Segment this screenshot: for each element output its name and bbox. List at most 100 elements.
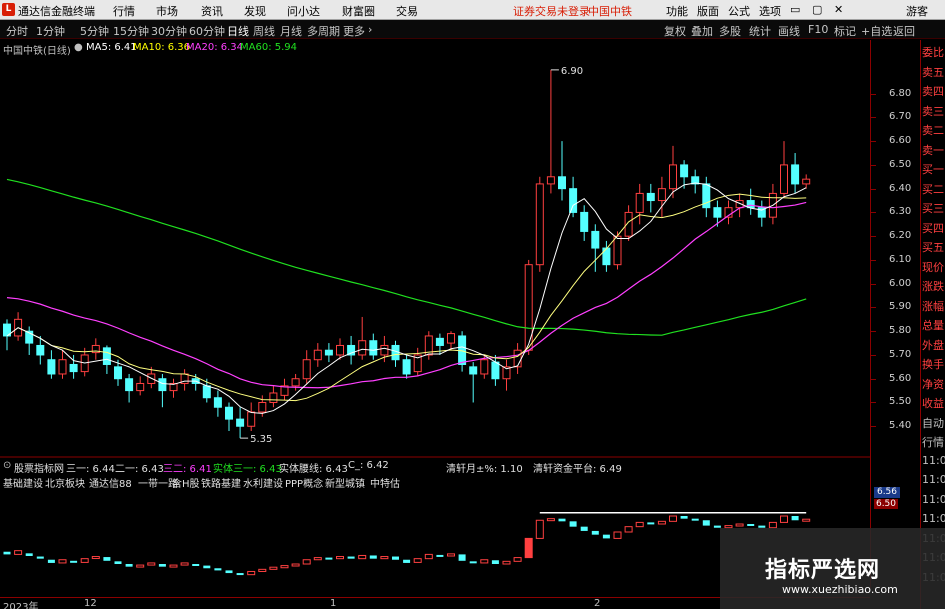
side-panel-label[interactable]: 委比 <box>922 44 944 60</box>
side-panel-label[interactable]: 总量 <box>922 317 944 333</box>
side-panel-label[interactable]: 11:0 <box>922 512 945 525</box>
period-30min[interactable]: 30分钟 <box>151 23 187 39</box>
side-panel-label[interactable]: 买三 <box>922 200 944 216</box>
sector-label[interactable]: 北京板块 <box>45 475 85 490</box>
sector-label[interactable]: 中特估 <box>370 475 400 490</box>
side-panel-label[interactable]: 自动 <box>922 415 944 431</box>
period-daily[interactable]: 日线 <box>227 23 249 39</box>
sub-current-price-2: 6.50 <box>874 499 898 509</box>
close-icon[interactable]: ✕ <box>834 3 843 16</box>
price-tick-mark <box>871 188 876 190</box>
login-status[interactable]: 证券交易未登录 <box>513 3 590 19</box>
gear-icon[interactable]: ⊙ <box>3 460 11 471</box>
price-tick: 6.20 <box>889 230 912 242</box>
side-panel-label[interactable]: 买五 <box>922 239 944 255</box>
price-tick: 5.40 <box>889 420 912 432</box>
price-tick: 6.10 <box>889 253 912 265</box>
period-1min[interactable]: 1分钟 <box>36 23 65 39</box>
indicator-name[interactable]: 股票指标网 <box>14 460 64 475</box>
side-panel-label[interactable]: 11:0 <box>922 454 945 467</box>
sector-label[interactable]: 水利建设 <box>243 475 283 490</box>
tool-back[interactable]: 返回 <box>893 23 915 39</box>
side-panel-label[interactable]: 卖一 <box>922 142 944 158</box>
sub-bar <box>524 537 533 559</box>
candle-body <box>391 344 400 361</box>
menu-item-market[interactable]: 市场 <box>156 3 178 19</box>
side-panel-label[interactable]: 净资 <box>922 376 944 392</box>
period-monthly[interactable]: 月线 <box>280 23 302 39</box>
date-label: 1 <box>330 598 337 609</box>
period-60min[interactable]: 60分钟 <box>189 23 225 39</box>
menu-item-function[interactable]: 功能 <box>666 3 688 19</box>
side-panel-label[interactable]: 外盘 <box>922 337 944 353</box>
restore-icon[interactable]: ▢ <box>812 3 822 16</box>
price-tick-mark <box>871 402 876 404</box>
guest-label[interactable]: 游客 <box>906 3 928 19</box>
candle-body <box>458 335 467 365</box>
sub-bar <box>3 551 11 555</box>
indicator-value-3: 三二: 6.41 <box>163 464 212 475</box>
side-panel-label[interactable]: 涨跌 <box>922 278 944 294</box>
tool-stats[interactable]: 统计 <box>749 23 771 39</box>
period-multi[interactable]: 多周期 <box>307 23 340 39</box>
menu-item-options[interactable]: 选项 <box>759 3 781 19</box>
candle-body <box>791 164 800 185</box>
sector-label[interactable]: 新型城镇 <box>325 475 365 490</box>
sector-label[interactable]: 基础建设 <box>3 475 43 490</box>
tool-add-watchlist[interactable]: +自选 <box>861 23 892 39</box>
period-more[interactable]: 更多 <box>343 23 365 39</box>
side-panel-label[interactable]: 买二 <box>922 181 944 197</box>
price-tick-mark <box>871 212 876 214</box>
price-annotations: 6.90 5.35 <box>240 66 583 445</box>
tool-multistock[interactable]: 多股 <box>719 23 741 39</box>
tool-adjust[interactable]: 复权 <box>664 23 686 39</box>
menu-item-quotes[interactable]: 行情 <box>113 3 135 19</box>
side-panel-label[interactable]: 现价 <box>922 259 944 275</box>
period-weekly[interactable]: 周线 <box>253 23 275 39</box>
candle-body <box>657 188 666 202</box>
sub-bar <box>225 570 233 574</box>
menu-item-layout[interactable]: 版面 <box>697 3 719 19</box>
sector-label[interactable]: 通达信88 <box>89 475 132 490</box>
candle-body <box>202 385 211 399</box>
menu-item-wealth[interactable]: 财富圈 <box>342 3 375 19</box>
sector-label[interactable]: 含H股 <box>172 475 200 490</box>
candle-body <box>802 178 811 185</box>
period-intraday[interactable]: 分时 <box>6 23 28 39</box>
candle-body <box>114 366 122 380</box>
sub-bar <box>25 553 33 556</box>
menu-item-news[interactable]: 资讯 <box>201 3 223 19</box>
side-panel-label[interactable]: 涨幅 <box>922 298 944 314</box>
side-panel-label[interactable]: 卖四 <box>922 83 944 99</box>
period-5min[interactable]: 5分钟 <box>80 23 109 39</box>
menu-item-ask[interactable]: 问小达 <box>287 3 320 19</box>
side-panel-label[interactable]: 卖五 <box>922 64 944 80</box>
menu-item-formula[interactable]: 公式 <box>728 3 750 19</box>
side-panel-label[interactable]: 11:0 <box>922 493 945 506</box>
side-panel-label[interactable]: 卖二 <box>922 122 944 138</box>
sector-label[interactable]: PPP概念 <box>285 475 323 490</box>
kline-chart[interactable]: 6.90 5.35 <box>0 40 870 588</box>
period-15min[interactable]: 15分钟 <box>113 23 149 39</box>
sub-bar <box>358 554 367 560</box>
tool-f10[interactable]: F10 <box>808 23 828 36</box>
sector-label[interactable]: 铁路基建 <box>201 475 241 490</box>
menu-item-trade[interactable]: 交易 <box>396 3 418 19</box>
annotation-label: 5.35 <box>250 434 272 445</box>
tool-mark[interactable]: 标记 <box>834 23 856 39</box>
minimize-icon[interactable]: ▭ <box>790 3 800 16</box>
side-panel-label[interactable]: 11:0 <box>922 473 945 486</box>
side-panel-label[interactable]: 换手 <box>922 356 944 372</box>
side-panel-label[interactable]: 买一 <box>922 161 944 177</box>
side-panel-label[interactable]: 买四 <box>922 220 944 236</box>
side-panel-label[interactable]: 收益 <box>922 395 944 411</box>
candle-body <box>480 359 489 375</box>
tool-drawline[interactable]: 画线 <box>778 23 800 39</box>
side-panel-label[interactable]: 行情 <box>922 434 944 450</box>
chevron-down-icon[interactable]: › <box>368 23 372 36</box>
side-panel-label[interactable]: 卖三 <box>922 103 944 119</box>
tool-overlay[interactable]: 叠加 <box>691 23 713 39</box>
app-logo-icon: L <box>2 3 15 16</box>
indicator-value-7: 清轩月±%: 1.10 <box>446 464 523 475</box>
menu-item-discover[interactable]: 发现 <box>244 3 266 19</box>
